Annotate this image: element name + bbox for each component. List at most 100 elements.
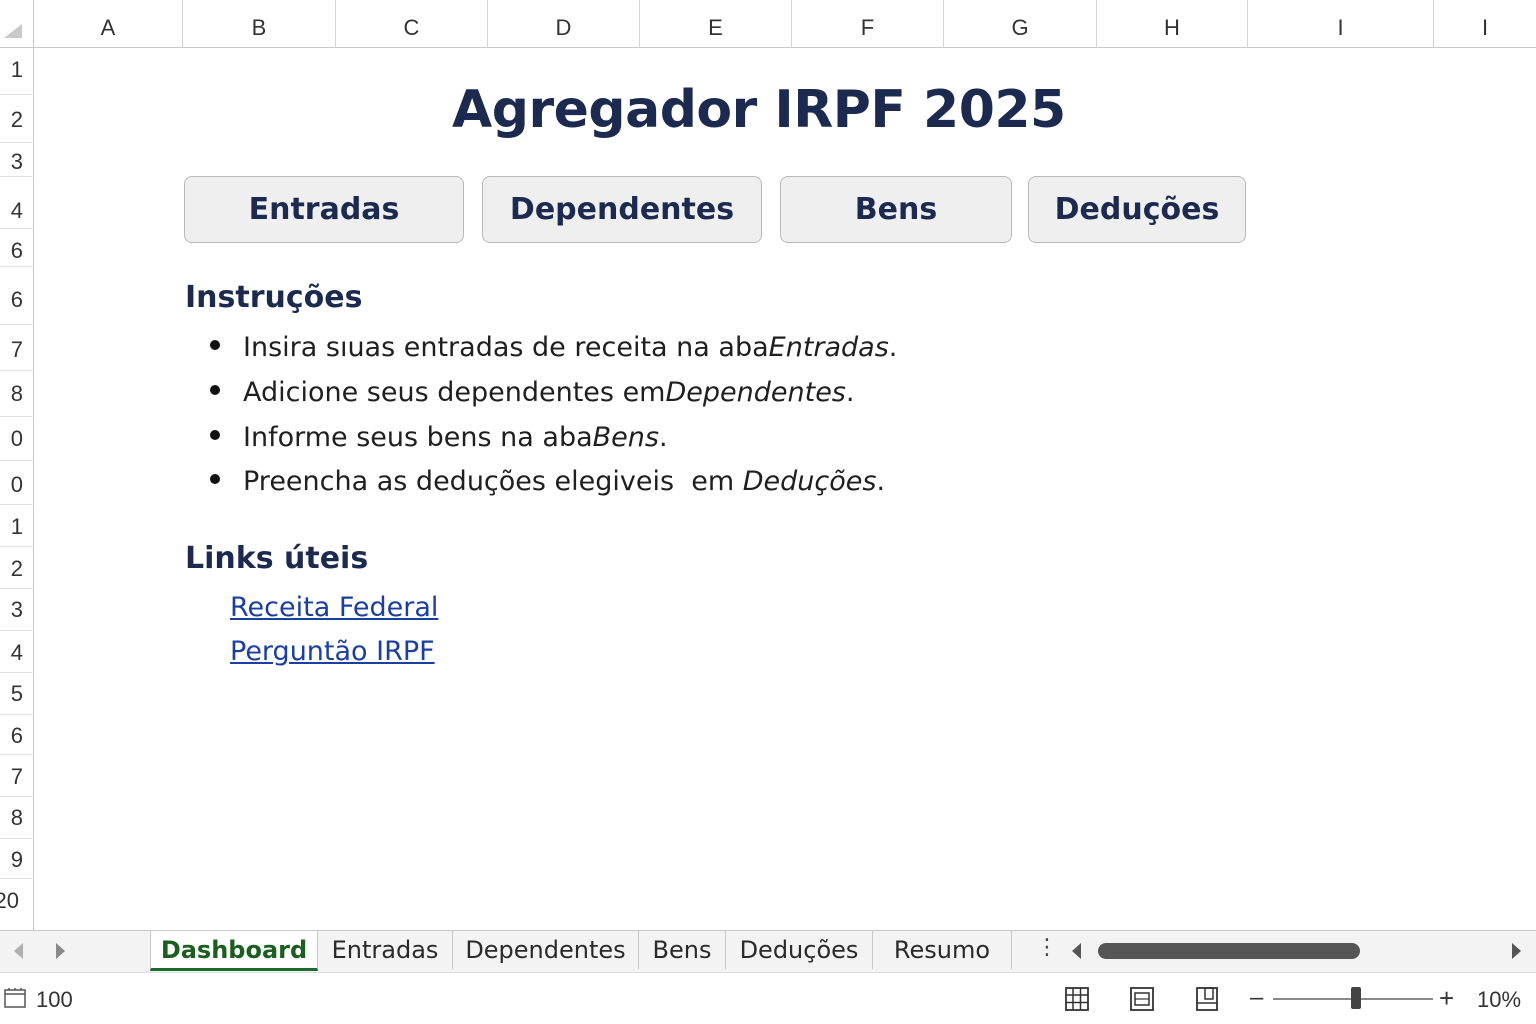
tab-bens[interactable]: Bens xyxy=(639,931,726,969)
column-header-d[interactable]: D xyxy=(488,0,640,48)
horizontal-scrollbar[interactable] xyxy=(1092,939,1497,963)
row-header-20[interactable]: 20 xyxy=(0,889,19,913)
dependentes-button[interactable]: Dependentes xyxy=(482,176,762,243)
instruction-item: Insira sıuas entradas de receita na aba … xyxy=(210,332,897,363)
column-header-b[interactable]: B xyxy=(183,0,336,48)
row-divider xyxy=(0,324,34,325)
sheet-tab-bar: Dashboard Entradas Dependentes Bens Dedu… xyxy=(0,930,1536,972)
row-header-13[interactable]: 3 xyxy=(11,598,23,622)
row-header-14[interactable]: 4 xyxy=(11,641,23,665)
row-divider xyxy=(0,714,34,715)
deducoes-button[interactable]: Deduções xyxy=(1028,176,1246,243)
scroll-right-icon[interactable] xyxy=(1512,943,1521,959)
grid-view-icon[interactable] xyxy=(1065,987,1089,1011)
instruction-emphasis: Entradas xyxy=(768,332,889,363)
row-divider xyxy=(0,588,34,589)
instruction-item: Adicione seus dependentes em Dependentes… xyxy=(210,377,854,408)
row-header-2[interactable]: 2 xyxy=(11,108,23,132)
row-header-17[interactable]: 7 xyxy=(11,765,23,789)
zoom-in-button[interactable]: + xyxy=(1439,983,1454,1014)
row-header-5[interactable]: 6 xyxy=(11,239,23,263)
page-break-icon[interactable] xyxy=(1195,987,1219,1011)
row-header-12[interactable]: 2 xyxy=(11,557,23,581)
row-divider xyxy=(0,878,34,879)
row-divider xyxy=(0,460,34,461)
tab-deducoes[interactable]: Deduções xyxy=(726,931,873,969)
row-header-1[interactable]: 1 xyxy=(11,58,23,82)
row-header-16[interactable]: 6 xyxy=(11,724,23,748)
row-header-11[interactable]: 1 xyxy=(11,515,23,539)
instruction-emphasis: Dependentes xyxy=(665,377,846,408)
row-header-4[interactable]: 4 xyxy=(11,199,23,223)
row-header-19[interactable]: 9 xyxy=(11,848,23,872)
column-header-a[interactable]: A xyxy=(34,0,183,48)
row-divider xyxy=(0,370,34,371)
scroll-left-icon[interactable] xyxy=(1072,943,1081,959)
bullet-icon xyxy=(210,430,220,440)
zoom-out-button[interactable]: – xyxy=(1250,984,1263,1012)
bullet-icon xyxy=(210,385,220,395)
horizontal-scrollbar-thumb[interactable] xyxy=(1098,943,1360,959)
instruction-text: Preencha as deduções elegiveis em xyxy=(243,466,743,497)
instruction-item: Informe seus bens na aba Bens. xyxy=(210,422,668,453)
tab-dashboard[interactable]: Dashboard xyxy=(150,931,318,971)
row-divider xyxy=(0,228,34,229)
column-header-g[interactable]: G xyxy=(944,0,1097,48)
sheet-status-icon[interactable] xyxy=(4,987,26,1009)
instruction-emphasis: Bens xyxy=(592,422,659,453)
column-header-bar: A B C D E F G H I I xyxy=(0,0,1536,48)
zoom-level[interactable]: 10% xyxy=(1477,987,1521,1013)
column-header-i-second[interactable]: I xyxy=(1434,0,1536,48)
column-header-i[interactable]: I xyxy=(1248,0,1434,48)
instruction-text: Insira sıuas entradas de receita na aba xyxy=(243,332,769,363)
instruction-text: Adicione seus dependentes em xyxy=(243,377,666,408)
more-tabs-icon[interactable]: ⋮ xyxy=(1036,935,1058,960)
bullet-icon xyxy=(210,340,220,350)
column-header-c[interactable]: C xyxy=(336,0,488,48)
instruction-emphasis: Deduções xyxy=(742,466,877,497)
row-header-9[interactable]: 0 xyxy=(11,427,23,451)
select-all-corner[interactable] xyxy=(0,0,34,48)
bens-button[interactable]: Bens xyxy=(780,176,1012,243)
row-header-15[interactable]: 5 xyxy=(11,682,23,706)
row-divider xyxy=(0,94,34,95)
tab-resumo[interactable]: Resumo xyxy=(873,931,1012,969)
column-header-f[interactable]: F xyxy=(792,0,944,48)
row-divider xyxy=(0,672,34,673)
row-divider xyxy=(0,754,34,755)
links-heading: Links úteis xyxy=(185,541,369,576)
row-divider xyxy=(0,416,34,417)
zoom-slider-thumb[interactable] xyxy=(1351,987,1361,1009)
row-header-10[interactable]: 0 xyxy=(11,473,23,497)
entradas-button[interactable]: Entradas xyxy=(184,176,464,243)
instructions-heading: Instruções xyxy=(185,280,363,315)
row-divider xyxy=(0,142,34,143)
scroll-tabs-left-icon[interactable] xyxy=(14,943,23,959)
page-layout-icon[interactable] xyxy=(1130,987,1154,1011)
bullet-icon xyxy=(210,474,220,484)
row-header-3[interactable]: 3 xyxy=(11,150,23,174)
scroll-tabs-right-icon[interactable] xyxy=(56,943,65,959)
row-divider xyxy=(0,176,34,177)
link-perguntao-irpf[interactable]: Perguntão IRPF xyxy=(230,636,435,667)
status-bar: 100 – + 10% xyxy=(0,972,1536,1024)
row-header-bar: 1 2 3 4 6 6 7 8 0 0 1 2 3 4 5 6 7 8 9 20 xyxy=(0,48,34,930)
tab-entradas[interactable]: Entradas xyxy=(318,931,453,969)
column-header-h[interactable]: H xyxy=(1097,0,1248,48)
instruction-item: Preencha as deduções elegiveis em Deduçõ… xyxy=(210,466,885,497)
row-divider xyxy=(0,266,34,267)
row-header-6[interactable]: 6 xyxy=(11,288,23,312)
row-header-8[interactable]: 8 xyxy=(11,382,23,406)
instruction-end: . xyxy=(876,466,886,497)
link-receita-federal[interactable]: Receita Federal xyxy=(230,592,438,623)
column-header-e[interactable]: E xyxy=(640,0,792,48)
status-cell-value: 100 xyxy=(36,987,73,1012)
row-header-7[interactable]: 7 xyxy=(11,338,23,362)
row-divider xyxy=(0,504,34,505)
tab-dependentes[interactable]: Dependentes xyxy=(453,931,639,969)
row-divider xyxy=(0,630,34,631)
instruction-end: . xyxy=(845,377,855,408)
row-divider xyxy=(0,796,34,797)
row-header-18[interactable]: 8 xyxy=(11,806,23,830)
select-all-triangle-icon xyxy=(4,24,22,38)
